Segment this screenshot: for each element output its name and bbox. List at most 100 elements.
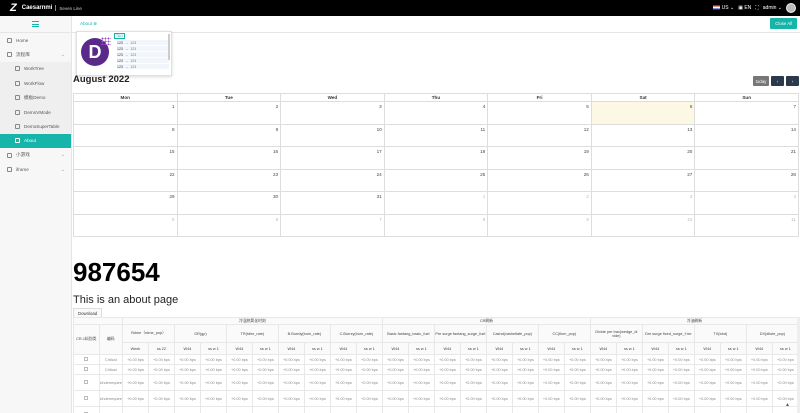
avatar[interactable] [786, 3, 796, 13]
calendar-day[interactable]: 13 [590, 123, 696, 147]
prev-month-button[interactable]: ‹ [771, 76, 784, 86]
calendar-day[interactable]: 26 [487, 168, 592, 192]
calendar-day[interactable]: 27 [590, 168, 696, 192]
field-header[interactable]: Basic fantang_basic_fuel [381, 324, 435, 343]
calendar-day[interactable]: 16 [176, 146, 282, 170]
calendar-day[interactable]: 6 [590, 101, 696, 125]
list-item[interactable]: 123 → 123 [117, 63, 169, 70]
calendar-day[interactable]: 6 [176, 213, 282, 237]
sidebar-item[interactable]: WorkTree [0, 61, 71, 77]
list-item[interactable]: 123 → 123 [117, 57, 169, 64]
calendar-day[interactable]: 10 [280, 123, 385, 147]
sidebar-item[interactable]: 小游戏 ⌄ [0, 148, 71, 162]
sidebar-item[interactable]: DemoVMode [0, 104, 71, 120]
field-header[interactable]: Divide per trac(wedge_di vide) [589, 324, 643, 343]
calendar-day[interactable]: 1 [383, 191, 489, 215]
calendar-day[interactable]: 3 [590, 191, 696, 215]
calendar-day[interactable]: 9 [487, 213, 592, 237]
weekday-header: Tue [176, 93, 282, 102]
sidebar-item[interactable]: About [0, 133, 71, 149]
tab-about[interactable]: About ⊗ [80, 21, 97, 27]
calendar-day[interactable]: 5 [487, 101, 592, 125]
calendar-day[interactable]: 21 [694, 146, 799, 170]
field-header[interactable]: CC(flom_pop) [537, 324, 591, 343]
sidebar-item[interactable]: iframe ⌄ [0, 163, 71, 177]
calendar-day[interactable]: 17 [280, 146, 385, 170]
close-all-button[interactable]: Close All [770, 18, 797, 29]
region-select[interactable]: US ⌄ [713, 5, 734, 11]
calendar-day[interactable]: 10 [590, 213, 696, 237]
calendar-day[interactable]: 20 [590, 146, 696, 170]
field-header[interactable]: TX(tdrd) [693, 324, 747, 343]
row-checkbox[interactable] [84, 367, 89, 371]
popup-scrollbar[interactable] [168, 34, 170, 60]
calendar-day[interactable]: 11 [383, 123, 489, 147]
calendar-day[interactable]: 4 [694, 191, 799, 215]
field-header[interactable]: GR(gp) [173, 324, 227, 343]
calendar-day[interactable]: 1 [73, 101, 178, 125]
field-header[interactable]: Pre surge fantang_surge_fuel [433, 324, 487, 343]
sidebar-item[interactable]: 流程库 ⌄ [0, 47, 71, 61]
popup-list[interactable]: 123 → 123 123 → 123 123 → 123 123 → 123 123 → 123 [117, 40, 169, 70]
scroll-top-icon[interactable]: ▲ [785, 402, 790, 408]
calendar-day[interactable]: 23 [176, 168, 282, 192]
field-header[interactable]: Dre surge fixed_surge_f ixe [641, 324, 695, 343]
list-item[interactable]: 123 → 123 [117, 51, 169, 58]
sidebar-item[interactable]: 模板Demo [0, 90, 71, 105]
field-header[interactable]: B.Burrdy(burn_rate) [277, 324, 331, 343]
field-header[interactable]: Cashd(casheltafe_pop) [485, 324, 539, 343]
calendar-day[interactable]: 18 [383, 146, 489, 170]
calendar-day[interactable]: 22 [73, 168, 178, 192]
calendar-day[interactable]: 25 [383, 168, 489, 192]
field-header[interactable]: DX(dilute_pop) [745, 324, 800, 343]
lang-select[interactable]: ▣ EN [738, 5, 751, 11]
sidebar-item[interactable]: DemoSuperTable [0, 119, 71, 134]
calendar-day[interactable]: 31 [280, 191, 385, 215]
field-header[interactable]: TR(tdire_rate) [225, 324, 279, 343]
lang-label: EN [744, 5, 752, 11]
calendar-day[interactable]: 11 [694, 213, 799, 237]
calendar-day[interactable]: 30 [176, 191, 282, 215]
calendar-day[interactable]: 2 [176, 101, 282, 125]
calendar-day[interactable]: 5 [73, 213, 178, 237]
today-button[interactable]: today [753, 76, 769, 86]
calendar-day[interactable]: 8 [73, 123, 178, 147]
calendar-day[interactable]: 29 [73, 191, 178, 215]
calendar-day[interactable]: 9 [176, 123, 282, 147]
sidebar-item[interactable]: WorkFlow [0, 76, 71, 91]
calendar-day[interactable]: 2 [487, 191, 592, 215]
calendar-day[interactable]: 7 [694, 101, 799, 125]
sidebar-item[interactable]: Home [0, 33, 71, 47]
user-menu[interactable]: admin ⌄ [763, 5, 782, 11]
field-header[interactable]: 编码 [98, 324, 124, 355]
calendar-day[interactable]: 24 [280, 168, 385, 192]
sidebar-toggle[interactable] [0, 16, 71, 33]
table-row[interactable]: Underrequire+0.00 bps+0.00 bps+0.00 bps+… [73, 374, 800, 391]
calendar-day[interactable]: 15 [73, 146, 178, 170]
next-month-button[interactable]: › [786, 76, 799, 86]
calendar-day[interactable]: 12 [487, 123, 592, 147]
field-header[interactable]: C.Burrzy(burn_rate) [329, 324, 383, 343]
list-item[interactable]: 123 → 123 [117, 40, 169, 46]
table-cell: +0.00 bps [459, 374, 487, 391]
fullscreen-icon[interactable]: ⛶ [755, 5, 759, 11]
calendar-day[interactable]: 28 [694, 168, 799, 192]
calendar-day[interactable]: 7 [280, 213, 385, 237]
table-row[interactable]: Critical +0.00 bps +0.00 bps +0.00 bps +0.00… [73, 354, 800, 365]
row-checkbox[interactable] [84, 357, 89, 361]
row-checkbox[interactable] [84, 396, 89, 400]
calendar-day[interactable]: 14 [694, 123, 799, 147]
table-row[interactable]: Critical +0.00 bps +0.00 bps +0.00 bps +0.00… [73, 364, 800, 375]
field-header[interactable]: CR-1料别类 [73, 324, 100, 355]
list-item[interactable]: 123 → 123 [117, 45, 169, 52]
logo[interactable]: Z Caesarnmi Seven Line [0, 0, 82, 16]
popup-tag: TAG [114, 33, 125, 39]
calendar-day[interactable]: 8 [383, 213, 489, 237]
calendar-day[interactable]: 3 [280, 101, 385, 125]
table-row[interactable]: Underrequire+0.00 bps+0.00 bps+0.00 bps+… [73, 406, 800, 413]
table-row[interactable]: Underrequire+0.00 bps+0.00 bps+0.00 bps+… [73, 390, 800, 407]
field-header[interactable]: Rdme（rdme_pop） [122, 324, 175, 343]
row-checkbox[interactable] [84, 380, 89, 384]
calendar-day[interactable]: 19 [487, 146, 592, 170]
calendar-day[interactable]: 4 [383, 101, 489, 125]
